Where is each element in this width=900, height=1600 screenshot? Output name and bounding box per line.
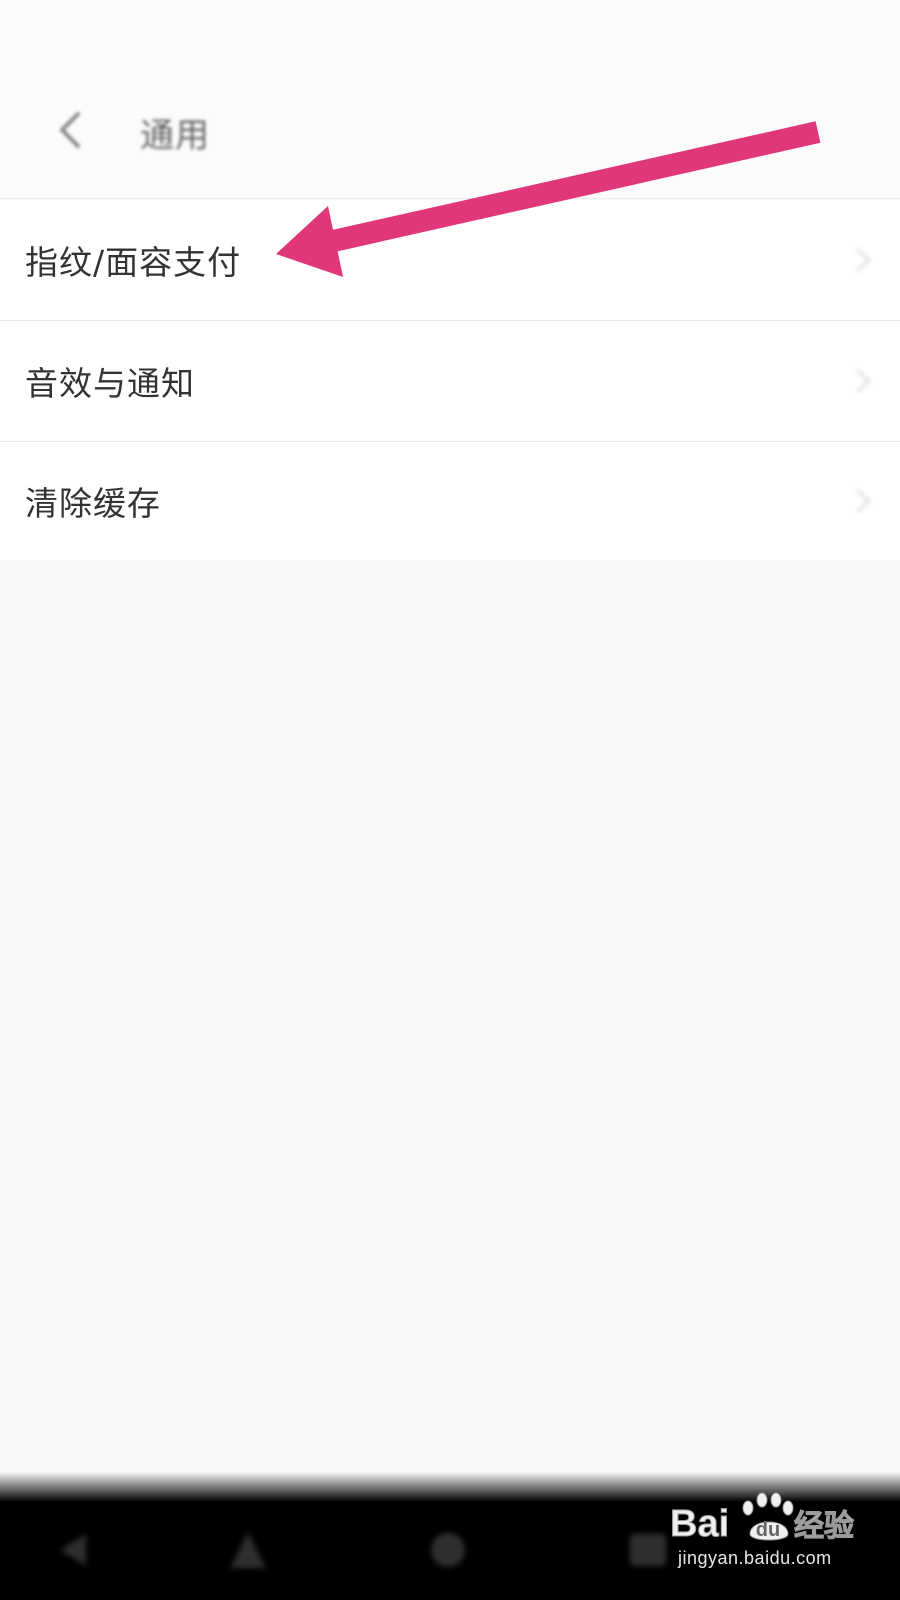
- header-bar: 通用: [0, 0, 900, 199]
- page-title: 通用: [140, 116, 210, 156]
- back-button[interactable]: [48, 108, 92, 152]
- nav-recents-icon[interactable]: [426, 1530, 470, 1570]
- nav-home-icon[interactable]: [226, 1530, 270, 1570]
- settings-list: 指纹/面容支付 音效与通知 清除缓存: [0, 200, 900, 560]
- list-item-sound-notification[interactable]: 音效与通知: [0, 321, 900, 442]
- settings-screen: 通用 指纹/面容支付 音效与通知 清除缓存 Bai du 经验 jingyan.…: [0, 0, 900, 1600]
- nav-menu-icon[interactable]: [626, 1530, 670, 1570]
- chevron-right-icon: [855, 368, 872, 394]
- chevron-right-icon: [855, 488, 872, 514]
- list-item-fingerprint-face-pay[interactable]: 指纹/面容支付: [0, 200, 900, 321]
- list-item-clear-cache[interactable]: 清除缓存: [0, 442, 900, 560]
- list-item-label: 音效与通知: [25, 364, 195, 403]
- system-nav-bar: [0, 1472, 900, 1600]
- chevron-left-icon: [60, 112, 80, 148]
- nav-back-icon[interactable]: [52, 1530, 96, 1570]
- list-item-label: 清除缓存: [25, 484, 161, 523]
- list-item-label: 指纹/面容支付: [25, 243, 242, 282]
- chevron-right-icon: [855, 247, 872, 273]
